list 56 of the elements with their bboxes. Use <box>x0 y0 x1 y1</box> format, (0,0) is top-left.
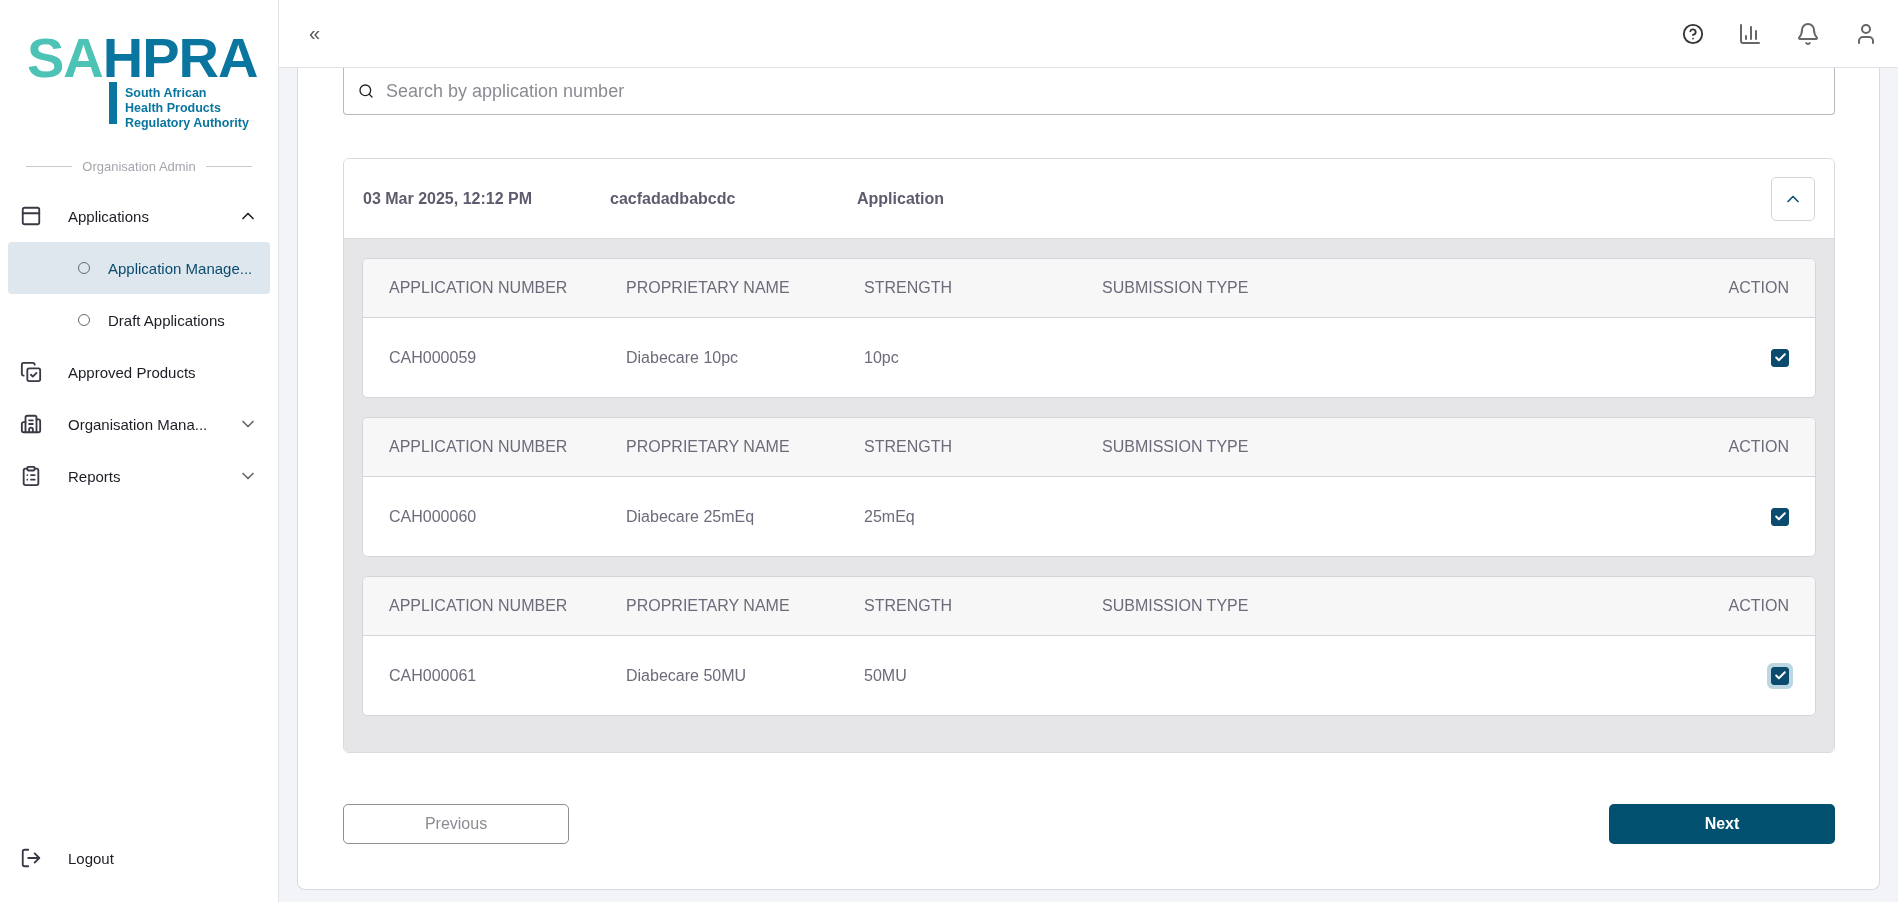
nav-item[interactable]: Organisation Mana... <box>0 403 278 445</box>
column-header: PROPRIETARY NAME <box>626 279 790 297</box>
column-header: ACTION <box>1728 597 1789 615</box>
nav-subitem[interactable]: Application Manage... <box>8 242 270 294</box>
nav-item[interactable]: Approved Products <box>0 351 278 393</box>
check-icon <box>1773 669 1787 682</box>
column-header: APPLICATION NUMBER <box>389 438 568 456</box>
nav-subitem[interactable]: Draft Applications <box>8 294 270 346</box>
logo-tagline: South African Health Products Regulatory Authority <box>125 86 249 131</box>
column-header: PROPRIETARY NAME <box>626 597 790 615</box>
column-header: ACTION <box>1728 279 1789 297</box>
help-icon[interactable] <box>1682 22 1704 45</box>
column-header: APPLICATION NUMBER <box>389 279 568 297</box>
window-icon <box>20 205 42 227</box>
next-button[interactable]: Next <box>1609 804 1835 844</box>
group-date: 03 Mar 2025, 12:12 PM <box>363 189 533 208</box>
group-type: Application <box>857 189 946 208</box>
nav-item[interactable]: Reports <box>0 455 278 497</box>
bar-chart-icon[interactable] <box>1738 21 1762 46</box>
collapse-button[interactable]: « <box>309 22 321 45</box>
column-header: PROPRIETARY NAME <box>626 438 790 456</box>
search-icon <box>358 83 374 99</box>
checkbox[interactable] <box>1771 348 1789 367</box>
column-header: STRENGTH <box>864 279 952 297</box>
table-cell: CAH000061 <box>389 666 477 685</box>
check-icon <box>1773 510 1787 523</box>
logout-icon <box>20 847 42 869</box>
table-cell: Diabecare 10pc <box>626 348 739 367</box>
logo-bar <box>109 82 117 124</box>
checkbox[interactable] <box>1771 507 1789 526</box>
table-cell: 25mEq <box>864 507 915 526</box>
table-cell: CAH000059 <box>389 348 477 367</box>
check-icon <box>1773 351 1787 364</box>
logo-wordmark: SAHPRA <box>27 30 258 86</box>
column-header: STRENGTH <box>864 438 952 456</box>
collapse-toggle-button[interactable] <box>1771 176 1815 221</box>
notifications-icon[interactable] <box>1796 21 1820 46</box>
search-field[interactable]: Search by application number <box>343 68 1835 115</box>
column-header: SUBMISSION TYPE <box>1102 597 1249 615</box>
column-header: ACTION <box>1728 438 1789 456</box>
copy-check-icon <box>20 361 42 383</box>
table-cell: Diabecare 50MU <box>626 666 747 685</box>
column-header: APPLICATION NUMBER <box>389 597 568 615</box>
group-reference: cacfadadbabcdc <box>610 189 737 208</box>
nav-item[interactable]: Applications <box>0 195 278 237</box>
table-cell: 50MU <box>864 666 907 685</box>
table-cell: 10pc <box>864 348 899 367</box>
column-header: SUBMISSION TYPE <box>1102 438 1249 456</box>
logout-item[interactable]: Logout <box>0 837 278 879</box>
column-header: STRENGTH <box>864 597 952 615</box>
table-cell: Diabecare 25mEq <box>626 507 755 526</box>
clipboard-icon <box>20 465 42 487</box>
building-icon <box>20 413 42 435</box>
column-header: SUBMISSION TYPE <box>1102 279 1249 297</box>
section-label: Organisation Admin <box>82 159 196 174</box>
table-cell: CAH000060 <box>389 507 477 526</box>
